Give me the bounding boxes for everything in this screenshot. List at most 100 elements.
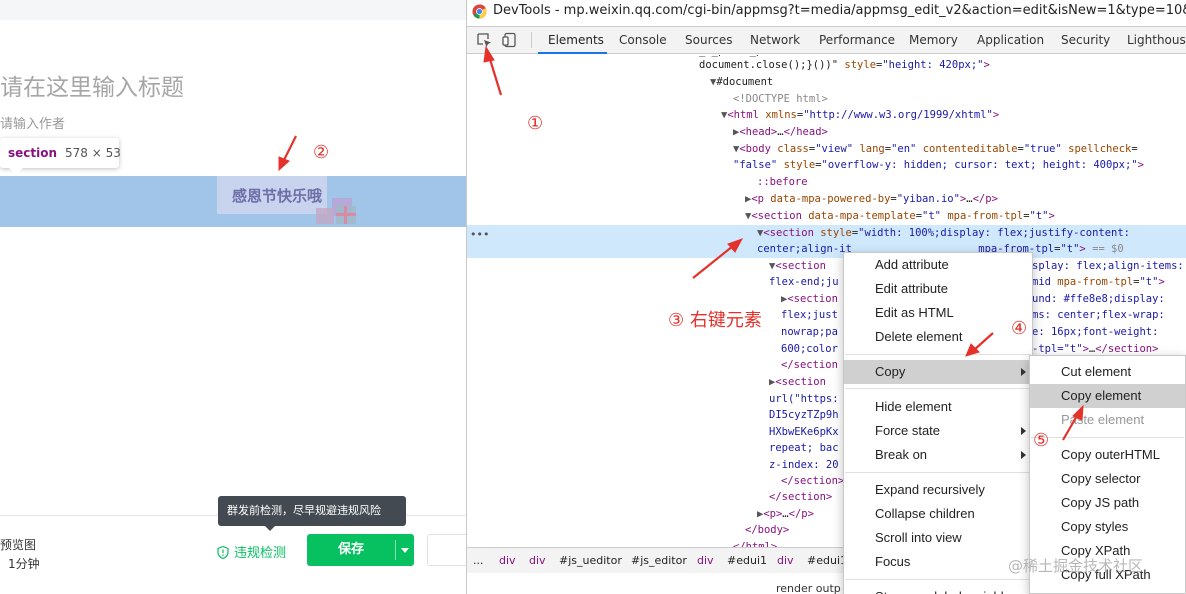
dom-line[interactable]: </html> [733,539,777,547]
menu-item-copy[interactable]: Copy [844,360,1032,384]
menu-separator [845,388,1031,389]
dom-line[interactable]: <!DOCTYPE html> [733,91,828,107]
gift-box-icon [316,198,356,224]
dom-line[interactable]: ▶<p>…</p> [757,506,814,522]
menu-item-store-as-global-variable[interactable]: Store as global variable [844,585,1032,594]
annotation-step-4: ④ [1011,318,1028,339]
menu-item-force-state[interactable]: Force state [844,419,1032,443]
annotation-step-1: ① [527,113,544,134]
menu-item-expand-recursively[interactable]: Expand recursively [844,478,1032,502]
breadcrumb-item[interactable]: div [529,554,546,567]
dom-line[interactable]: flex-end;ju [769,274,839,290]
dom-line[interactable]: nowrap;pa [781,324,838,340]
dom-line[interactable]: flex;just [781,307,838,323]
dom-line[interactable]: HXbwEKe6pKx [769,424,839,440]
breadcrumb-item[interactable]: ... [473,554,484,567]
dom-line[interactable]: ▼<html xmlns="http://www.w3.org/1999/xht… [721,107,999,123]
dom-line[interactable]: ▼#document [710,74,773,90]
dom-line[interactable]: </section> [769,489,832,505]
cover-label: 预览图 [0,538,37,552]
menu-item-break-on[interactable]: Break on [844,443,1032,467]
dom-line[interactable]: splay: flex;align-items: [1032,258,1184,274]
breadcrumb-item[interactable]: div [777,554,794,567]
dom-line[interactable]: ▶<head>…</head> [733,124,828,140]
tab-lighthouse[interactable]: Lighthouse [1127,33,1186,47]
tab-separator [531,32,532,48]
tab-application[interactable]: Application [977,33,1044,47]
device-toolbar-icon[interactable] [502,32,518,48]
menu-item-copy-selector[interactable]: Copy selector [1030,467,1185,491]
devtools-window-title: DevTools - mp.weixin.qq.com/cgi-bin/appm… [493,3,1186,18]
menu-item-hide-element[interactable]: Hide element [844,395,1032,419]
dom-line[interactable]: ▼<section style="width: 100%;display: fl… [757,225,1130,241]
context-menu: Add attribute Edit attribute Edit as HTM… [843,252,1033,594]
dom-line[interactable]: ms: center;flex-wrap: [1032,307,1165,323]
menu-item-break-on-label: Break on [875,447,928,462]
save-button[interactable]: 保存 [307,534,414,566]
dom-line[interactable]: ▶<section [781,291,838,307]
menu-item-collapse-children[interactable]: Collapse children [844,502,1032,526]
dom-line[interactable]: z-index: 20 [769,457,839,473]
dom-line[interactable]: ▼<section [769,258,832,274]
breadcrumb-item[interactable]: #edui1 [807,554,847,567]
preview-button[interactable] [427,534,470,566]
author-input[interactable]: 请输入作者 [0,113,65,132]
menu-separator [845,472,1031,473]
tooltip-pointer [8,167,24,175]
dom-line[interactable]: document.close();}())" style="height: 42… [699,57,990,73]
tab-memory[interactable]: Memory [909,33,958,47]
chevron-down-icon[interactable] [401,548,409,553]
node-actions-ellipsis[interactable]: ••• [470,228,489,241]
annotation-step-2: ② [313,142,330,163]
breadcrumb-item[interactable]: div [499,554,516,567]
menu-item-delete-element[interactable]: Delete element [844,325,1032,349]
tab-network[interactable]: Network [750,33,800,47]
dom-line[interactable]: mid mpa-from-tpl="t"> [1032,274,1165,290]
menu-item-scroll-into-view[interactable]: Scroll into view [844,526,1032,550]
dom-line[interactable]: 600;color [781,341,838,357]
dom-line[interactable]: DI5cyzTZp9h [769,407,839,423]
breadcrumb-item[interactable]: #edui1 [727,554,767,567]
title-input[interactable]: 请在这里输入标题 [0,68,184,102]
dom-line[interactable]: "false" style="overflow-y: hidden; curso… [733,157,1144,173]
menu-item-copy-styles[interactable]: Copy styles [1030,515,1185,539]
menu-item-paste-element: Paste element [1061,412,1145,427]
menu-item-force-state-label: Force state [875,423,941,438]
menu-item-copy-outerhtml[interactable]: Copy outerHTML [1030,443,1185,467]
menu-item-copy-element[interactable]: Copy element [1030,384,1185,408]
check-tip-pointer [265,526,275,531]
dom-line[interactable]: ::before [757,174,808,190]
submenu-arrow-icon [1021,451,1026,459]
inspect-element-icon[interactable] [476,32,492,48]
shield-icon [217,546,229,559]
breadcrumb-item[interactable]: div [697,554,714,567]
menu-item-cut-element[interactable]: Cut element [1030,360,1185,384]
tab-elements[interactable]: Elements [548,33,604,47]
menu-separator [845,579,1031,580]
dom-line[interactable]: repeat; bac [769,440,839,456]
annotation-step-3: ③ 右键元素 [668,310,762,331]
tab-security[interactable]: Security [1061,33,1110,47]
menu-item-edit-attribute[interactable]: Edit attribute [844,277,1032,301]
dom-line[interactable]: ▼<body class="view" lang="en" contentedi… [733,141,1138,157]
dom-line[interactable]: und: #ffe8e8;display: [1032,291,1165,307]
dom-line[interactable]: ▶<section [769,374,832,390]
menu-item-add-attribute[interactable]: Add attribute [844,253,1032,277]
dom-line[interactable]: </section [781,357,838,373]
menu-item-edit-as-html[interactable]: Edit as HTML [844,301,1032,325]
devtools-tabbar: Elements Console Sources Network Perform… [467,26,1186,54]
breadcrumb-item[interactable]: #js_ueditor [559,554,622,567]
dom-line[interactable]: </section> [781,473,844,489]
dom-line[interactable]: </body> [745,522,789,538]
tab-console[interactable]: Console [619,33,667,47]
dom-line[interactable]: e: 16px;font-weight: [1032,324,1158,340]
tab-sources[interactable]: Sources [685,33,732,47]
dom-line[interactable]: ▼<section data-mpa-template="t" mpa-from… [745,208,1055,224]
menu-item-focus[interactable]: Focus [844,550,1032,574]
tab-performance[interactable]: Performance [819,33,895,47]
dom-line[interactable]: url("https: [769,391,839,407]
violation-check-button[interactable]: 违规检测 [217,542,286,561]
dom-line[interactable]: ▶<p data-mpa-powered-by="yiban.io">…</p> [745,191,998,207]
menu-item-copy-js-path[interactable]: Copy JS path [1030,491,1185,515]
breadcrumb-item[interactable]: #js_editor [631,554,687,567]
